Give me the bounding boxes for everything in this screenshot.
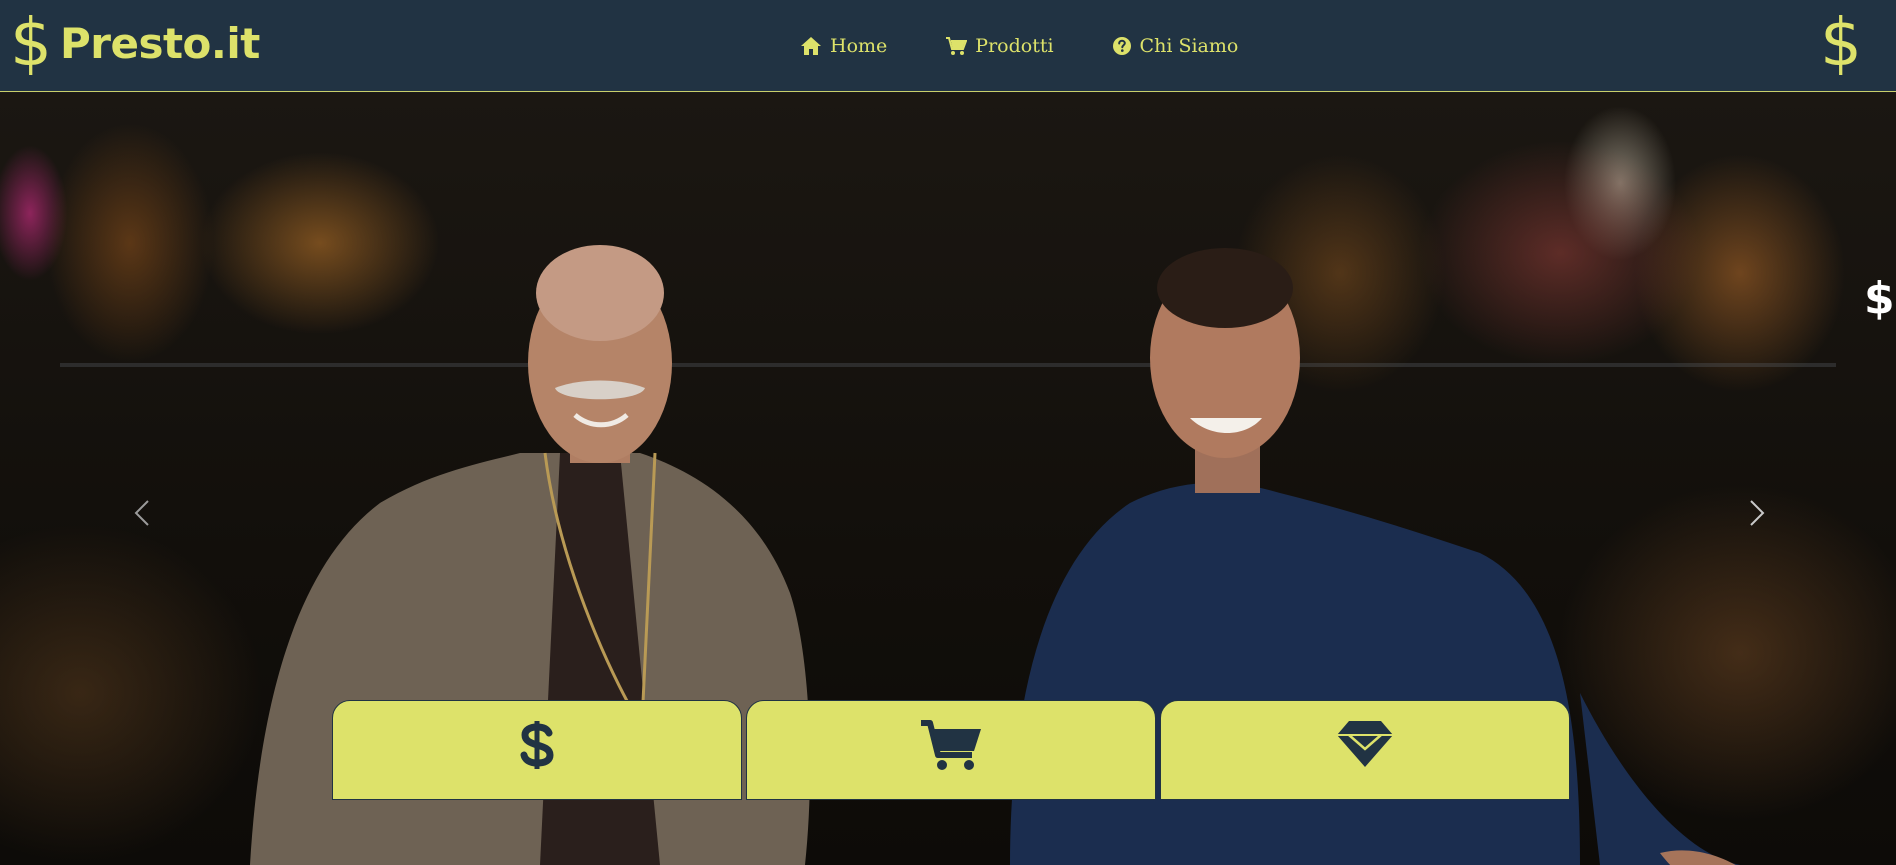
brand-dollar-symbol: $ bbox=[10, 4, 52, 81]
brand-name: Presto.it bbox=[60, 18, 260, 68]
house-icon bbox=[801, 37, 821, 55]
side-dollar-symbol: $ bbox=[1864, 273, 1895, 324]
navbar: $ Presto.it Home Prodotti Chi Siamo $ bbox=[0, 0, 1896, 92]
chevron-left-icon bbox=[134, 500, 149, 526]
nav-about-label: Chi Siamo bbox=[1139, 35, 1239, 57]
right-dollar-symbol: $ bbox=[1820, 4, 1862, 81]
nav-products-label: Prodotti bbox=[975, 35, 1054, 57]
gem-icon bbox=[1337, 721, 1393, 767]
nav-home-label: Home bbox=[830, 35, 888, 57]
nav-about-link[interactable]: Chi Siamo bbox=[1112, 35, 1239, 57]
nav-products-link[interactable]: Prodotti bbox=[945, 35, 1054, 57]
carousel-prev-button[interactable] bbox=[122, 493, 162, 533]
brand-logo-link[interactable]: $ Presto.it bbox=[10, 10, 260, 76]
feature-card-gem[interactable] bbox=[1160, 700, 1570, 800]
carousel-next-button[interactable] bbox=[1737, 493, 1777, 533]
cart-icon bbox=[921, 720, 981, 770]
main-nav: Home Prodotti Chi Siamo bbox=[800, 0, 1238, 92]
cart-icon bbox=[946, 37, 968, 55]
dollar-icon bbox=[520, 721, 554, 769]
nav-home-link[interactable]: Home bbox=[800, 35, 887, 57]
feature-card-money[interactable] bbox=[332, 700, 742, 800]
feature-card-cart[interactable] bbox=[746, 700, 1156, 800]
question-circle-icon bbox=[1112, 37, 1131, 55]
chevron-right-icon bbox=[1750, 500, 1765, 526]
feature-cards bbox=[332, 700, 1570, 800]
